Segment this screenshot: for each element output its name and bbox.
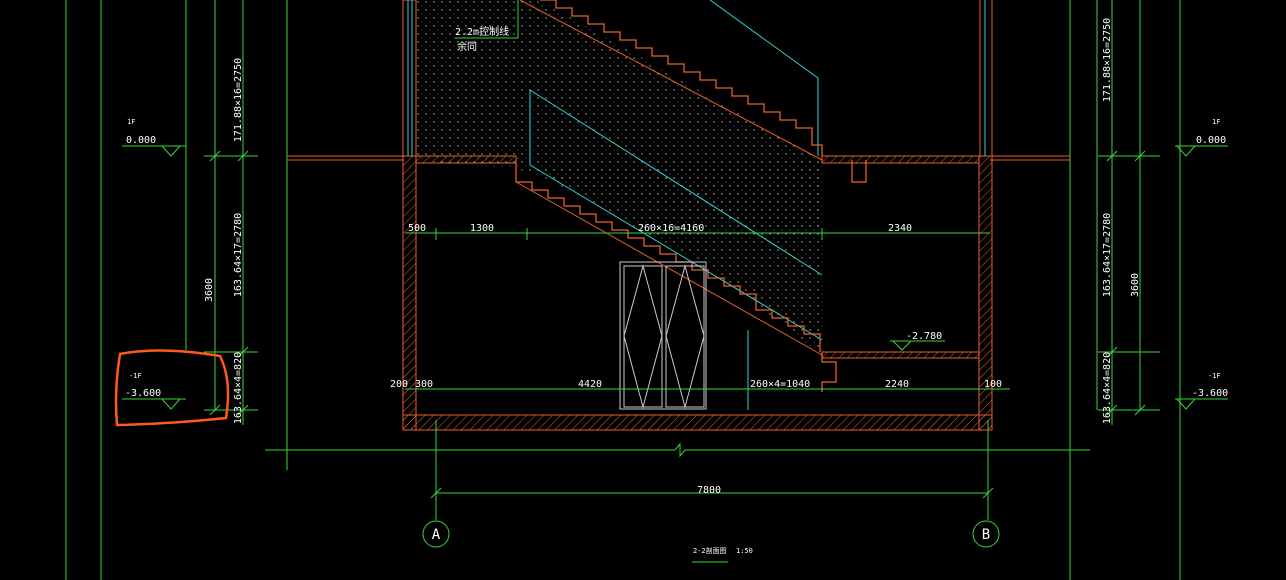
annotation-control-line: 2.2m控制线: [455, 25, 509, 38]
dim-upper-4160: 260×16=4160: [638, 223, 704, 234]
level-right-b1-label: -1F: [1208, 372, 1221, 380]
dim-lower-2240: 2240: [885, 379, 909, 390]
dim-left-bottom: 163.64×4=820: [233, 352, 244, 424]
dim-lower-100: 100: [984, 379, 1002, 390]
left-dimension-chain: [204, 0, 258, 425]
annotation-remark: 余同: [457, 40, 477, 53]
level-left-b1-label: -1F: [129, 372, 142, 380]
level-right-b1-value: -3.600: [1192, 388, 1228, 399]
dim-right-bottom: 163.64×4=820: [1102, 352, 1113, 424]
dim-lower-200: 200: [390, 379, 408, 390]
dim-lower-4420: 4420: [578, 379, 602, 390]
level-right-1f-label: 1F: [1212, 118, 1220, 126]
dim-upper-500: 500: [408, 223, 426, 234]
axis-bubble-icon: [422, 520, 1000, 548]
axis-a-label: A: [432, 527, 441, 543]
dim-left-top: 171.88×16=2750: [233, 58, 244, 142]
dim-left-total: 3600: [204, 278, 215, 302]
elevation-marker-icon: [122, 145, 186, 410]
dim-right-top: 171.88×16=2750: [1102, 18, 1113, 102]
dim-right-total: 3600: [1130, 273, 1141, 297]
level-left-b1-value: -3.600: [125, 388, 161, 399]
dim-left-mid: 163.64×17=2780: [233, 213, 244, 297]
dim-upper-1300: 1300: [470, 223, 494, 234]
door-icon: [619, 261, 707, 410]
elevation-marker-icon: [890, 340, 945, 351]
section-scale: 1:50: [736, 547, 753, 555]
dim-right-mid: 163.64×17=2780: [1102, 213, 1113, 297]
elevation-marker-icon: [1175, 145, 1228, 410]
axis-b-label: B: [982, 527, 990, 543]
level-left-1f-label: 1F: [127, 118, 135, 126]
level-left-1f-value: 0.000: [126, 135, 156, 146]
level-landing: -2.780: [906, 331, 942, 342]
dim-overall: 7800: [697, 485, 721, 496]
dim-lower-300: 300: [415, 379, 433, 390]
level-right-1f-value: 0.000: [1196, 135, 1226, 146]
horizontal-dim-lines: [265, 228, 1090, 520]
dim-upper-2340: 2340: [888, 223, 912, 234]
dim-lower-1040: 260×4=1040: [750, 379, 810, 390]
cad-drawing-canvas: 171.88×16=2750 163.64×17=2780 163.64×4=8…: [65, 0, 1228, 580]
section-title: 2-2剖面图: [693, 546, 727, 555]
